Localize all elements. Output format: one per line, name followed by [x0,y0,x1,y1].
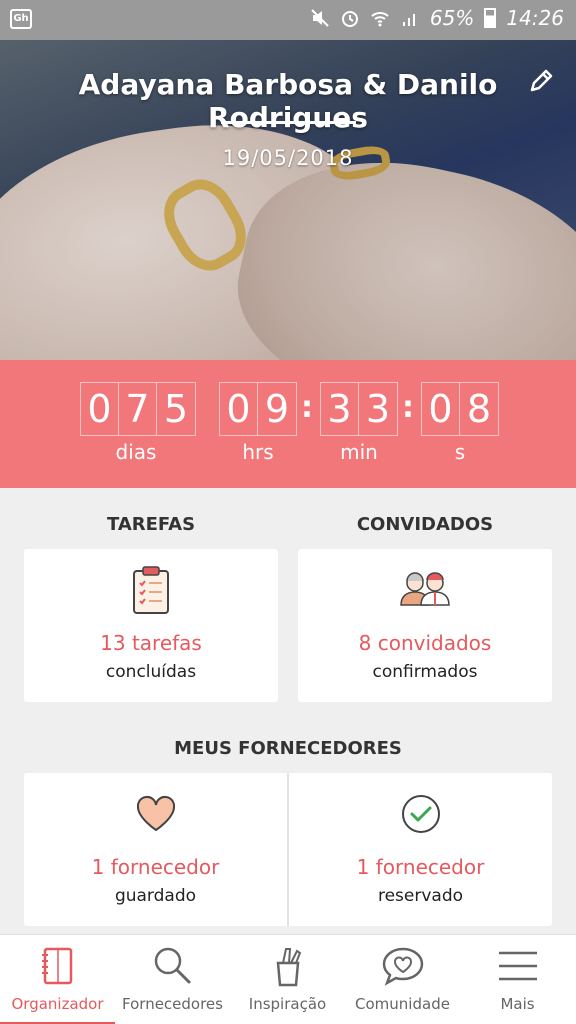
countdown-digit: 0 [422,383,460,435]
saved-vendors-card[interactable]: 1 fornecedor guardado [24,773,287,926]
mute-icon [311,9,329,27]
wedding-date: 19/05/2018 [222,146,354,170]
countdown-seconds: 0 8 [421,382,499,436]
booked-vendors-count: 1 fornecedor [356,855,485,879]
tasks-count: 13 tarefas [100,631,202,655]
guests-status: confirmados [372,662,478,682]
nav-comunidade[interactable]: Comunidade [345,935,460,1024]
tasks-card[interactable]: 13 tarefas concluídas [24,549,278,702]
countdown-digit: 7 [119,383,157,435]
booked-vendors-status: reservado [377,886,464,906]
countdown-digit: 3 [321,383,359,435]
countdown-minutes-label: min [340,440,378,464]
clipboard-checklist-icon [133,566,169,614]
countdown-digit: 0 [220,383,258,435]
couple-guests-icon [400,572,450,606]
battery-percent: 65% [429,6,475,30]
countdown-hours: 0 9 [219,382,297,436]
countdown-digit: 9 [264,387,290,431]
clock: 14:26 [506,6,564,30]
guests-count: 8 convidados [358,631,492,655]
countdown-separator: : [301,390,313,425]
saved-vendors-count: 1 fornecedor [91,855,220,879]
countdown-hours-label: hrs [242,440,274,464]
countdown-minutes: 3 3 [320,382,398,436]
nav-label: Inspiração [248,995,327,1013]
status-bar: Gh 65% 14:26 [0,0,576,40]
pencil-cup-icon [276,948,301,987]
edit-pencil-icon[interactable] [528,68,554,94]
title-divider [221,121,356,124]
saved-vendors-status: guardado [114,886,197,906]
notebook-icon [41,947,72,985]
nav-label: Mais [500,995,535,1013]
tasks-title: TAREFAS [106,514,196,535]
alarm-icon [341,11,358,27]
nav-mais[interactable]: Mais [460,935,575,1024]
nav-label: Comunidade [355,995,450,1013]
countdown-panel: 0 7 5 0 9 : 3 3 : 0 8 dias hrs min s [0,360,576,488]
countdown-seconds-label: s [454,440,466,464]
heart-icon [136,796,175,832]
bottom-navigation: Organizador Fornecedores Inspiração Comu… [0,934,576,1024]
countdown-digit: 3 [365,387,391,431]
battery-icon [484,8,497,28]
countdown-days-label: dias [115,440,157,464]
countdown-digit: 5 [163,387,189,431]
search-icon [154,947,190,984]
nav-label: Fornecedores [122,995,223,1013]
countdown-days: 0 7 5 [80,382,196,436]
booked-vendors-card[interactable]: 1 fornecedor reservado [289,773,552,926]
nav-label: Organizador [11,995,104,1013]
countdown-digit: 0 [81,383,119,435]
menu-icon [498,951,537,981]
countdown-separator: : [402,390,414,425]
vendors-title: MEUS FORNECEDORES [174,738,402,759]
couple-names: Adayana Barbosa & Danilo Rodrigues [78,68,498,134]
nav-inspiracao[interactable]: Inspiração [230,935,345,1024]
app-notification-icon: Gh [10,9,32,29]
check-circle-icon [401,795,440,833]
guests-card[interactable]: 8 convidados confirmados [298,549,552,702]
wifi-icon [371,12,389,27]
status-icons: 65% 14:26 [310,6,564,30]
guests-title: CONVIDADOS [356,514,494,535]
countdown-digit: 8 [466,387,492,431]
nav-fornecedores[interactable]: Fornecedores [115,935,230,1024]
tasks-status: concluídas [105,662,197,682]
signal-icon [402,14,415,26]
nav-organizador[interactable]: Organizador [0,935,115,1024]
chat-heart-icon [382,947,423,986]
